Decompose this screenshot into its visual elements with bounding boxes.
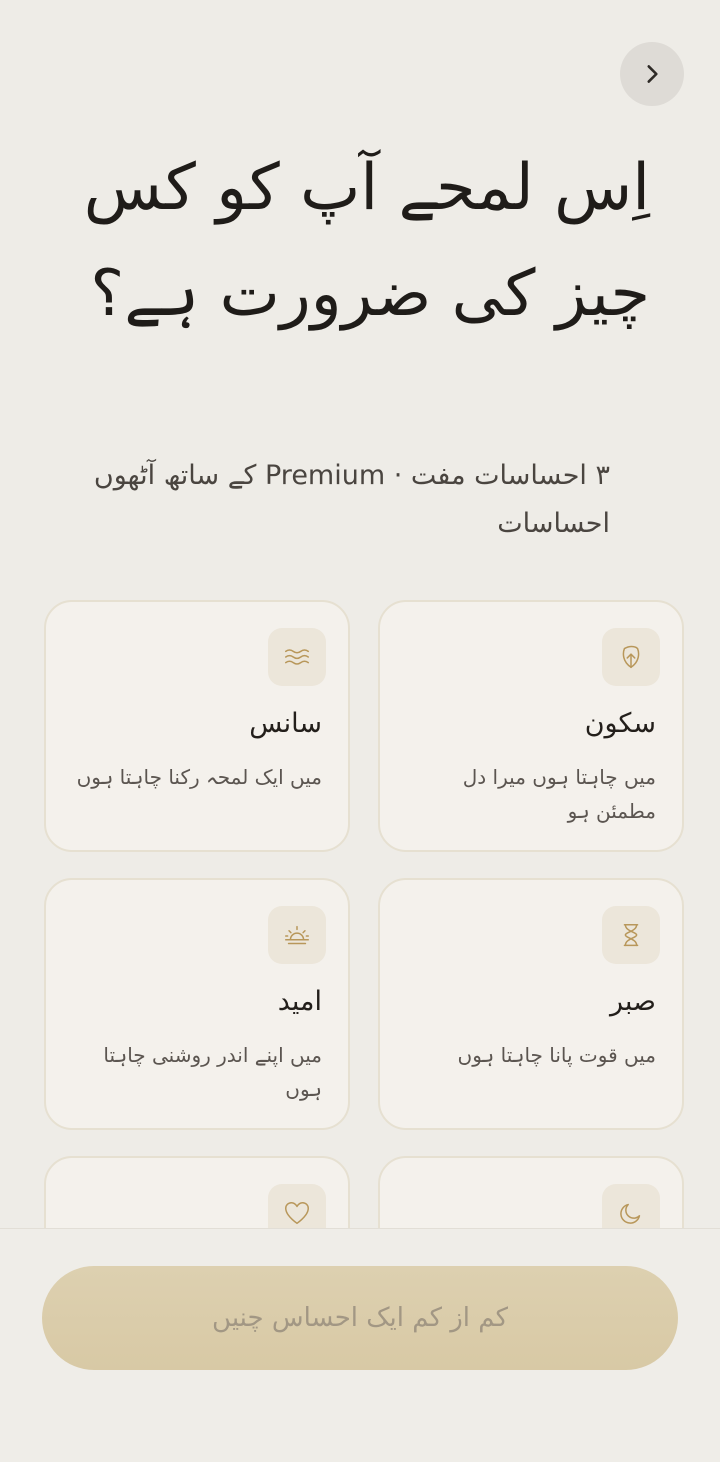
feeling-card-6[interactable] xyxy=(44,1156,350,1228)
feeling-card-5[interactable] xyxy=(378,1156,684,1228)
card-icon-bg xyxy=(268,628,326,686)
feeling-card-umeed[interactable]: امید میں اپنے اندر روشنی چاہتا ہوں xyxy=(44,878,350,1130)
feeling-card-saans[interactable]: سانس میں ایک لمحہ رکنا چاہتا ہوں xyxy=(44,600,350,852)
moon-icon xyxy=(620,1203,641,1224)
feeling-card-sukoon[interactable]: سکون میں چاہتا ہوں میرا دل مطمئن ہو xyxy=(378,600,684,852)
hourglass-icon xyxy=(623,923,639,947)
card-description: میں اپنے اندر روشنی چاہتا ہوں xyxy=(103,1043,322,1101)
chevron-right-icon xyxy=(647,65,658,83)
next-button[interactable] xyxy=(620,42,684,106)
card-icon-bg xyxy=(602,906,660,964)
card-title: سانس xyxy=(249,708,322,739)
card-title: سکون xyxy=(584,708,656,739)
card-description: میں ایک لمحہ رکنا چاہتا ہوں xyxy=(76,765,322,789)
heart-icon xyxy=(285,1201,309,1225)
bottom-bar: کم از کم ایک احساس چنیں xyxy=(0,1228,720,1462)
sunrise-icon xyxy=(285,925,309,945)
card-description: میں قوت پانا چاہتا ہوں xyxy=(457,1043,657,1067)
card-icon-bg xyxy=(268,906,326,964)
page-title: اِس لمحے آپ کو کس چیز کی ضرورت ہے؟ xyxy=(83,151,650,331)
feeling-card-sabr[interactable]: صبر میں قوت پانا چاہتا ہوں xyxy=(378,878,684,1130)
card-icon-bg xyxy=(602,1184,660,1228)
card-title: صبر xyxy=(610,986,656,1017)
waves-icon xyxy=(285,649,309,665)
card-description: میں چاہتا ہوں میرا دل مطمئن ہو xyxy=(462,765,656,823)
card-icon-bg xyxy=(602,628,660,686)
card-icon-bg xyxy=(268,1184,326,1228)
feelings-grid: سکون میں چاہتا ہوں میرا دل مطمئن ہو سانس… xyxy=(44,600,684,1228)
page-subtitle: ۳ احساسات مفت · Premium کے ساتھ آٹھوں اح… xyxy=(93,460,610,539)
leaf-icon xyxy=(622,645,640,669)
choose-feeling-button[interactable]: کم از کم ایک احساس چنیں xyxy=(42,1266,678,1370)
feelings-screen: اِس لمحے آپ کو کس چیز کی ضرورت ہے؟ ۳ احس… xyxy=(0,0,720,1462)
card-title: امید xyxy=(277,986,322,1017)
